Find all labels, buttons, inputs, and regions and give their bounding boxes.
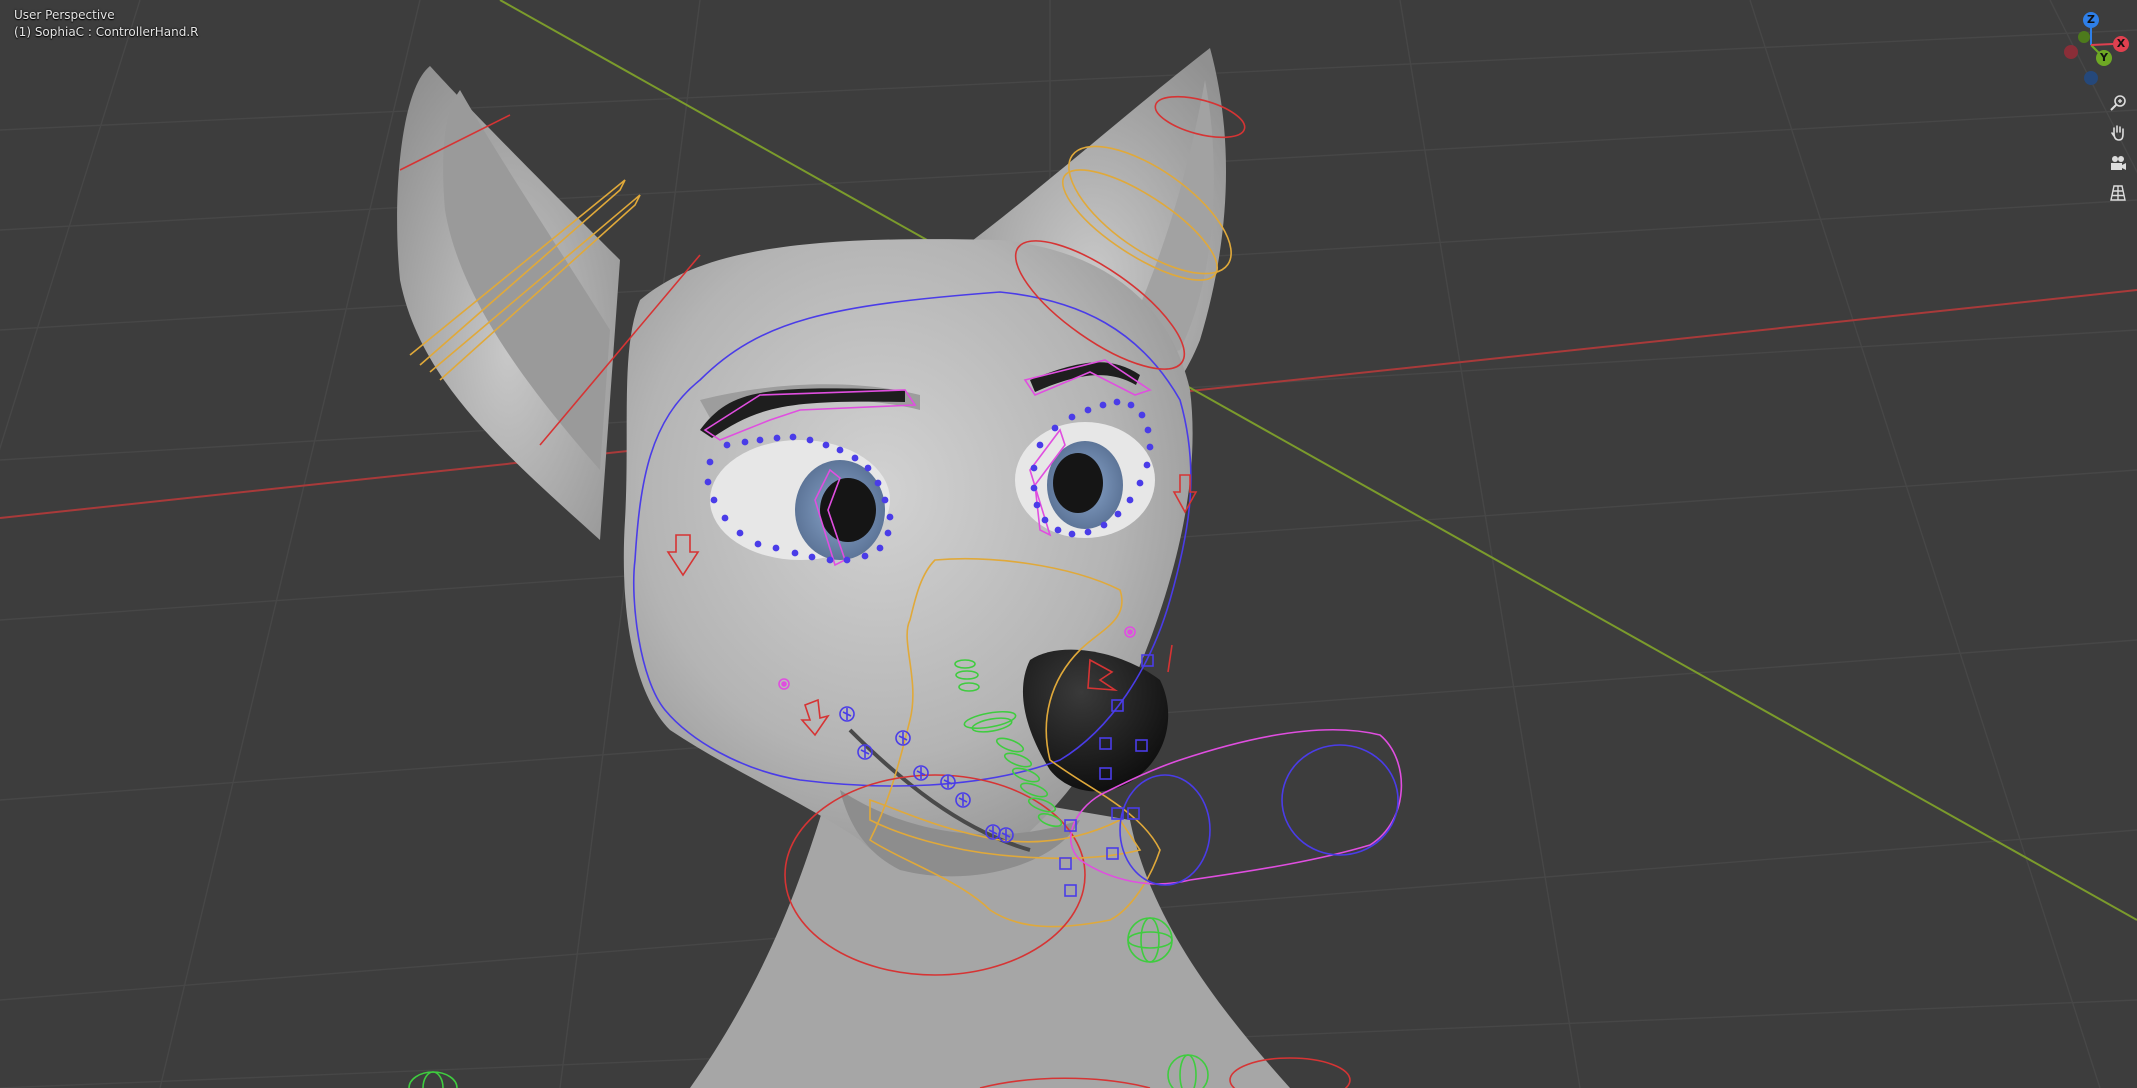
gizmo-y-axis[interactable]: Y — [2096, 50, 2112, 66]
chin-ctrl-blue[interactable] — [1119, 774, 1211, 886]
navigation-gizmo[interactable]: Z Y X — [2047, 0, 2137, 90]
gizmo-x-axis[interactable]: X — [2113, 36, 2129, 52]
view-name-label: User Perspective — [14, 8, 115, 22]
zoom-icon[interactable] — [2105, 90, 2131, 116]
nose-tick[interactable] — [1167, 644, 1173, 673]
shoulder-gimbal-ctrl[interactable] — [408, 1071, 458, 1088]
jaw-ctrl-blue[interactable] — [1281, 744, 1399, 856]
camera-icon[interactable] — [2105, 150, 2131, 176]
active-object-label: (1) SophiaC : ControllerHand.R — [14, 25, 199, 39]
gizmo-z-axis[interactable]: Z — [2083, 12, 2099, 28]
3d-viewport[interactable]: User Perspective (1) SophiaC : Controlle… — [0, 0, 2137, 1088]
hand-pan-icon[interactable] — [2105, 120, 2131, 146]
viewport-canvas[interactable] — [0, 0, 2137, 1088]
perspective-grid-icon[interactable] — [2105, 180, 2131, 206]
right-eye-pupil — [1053, 453, 1103, 513]
